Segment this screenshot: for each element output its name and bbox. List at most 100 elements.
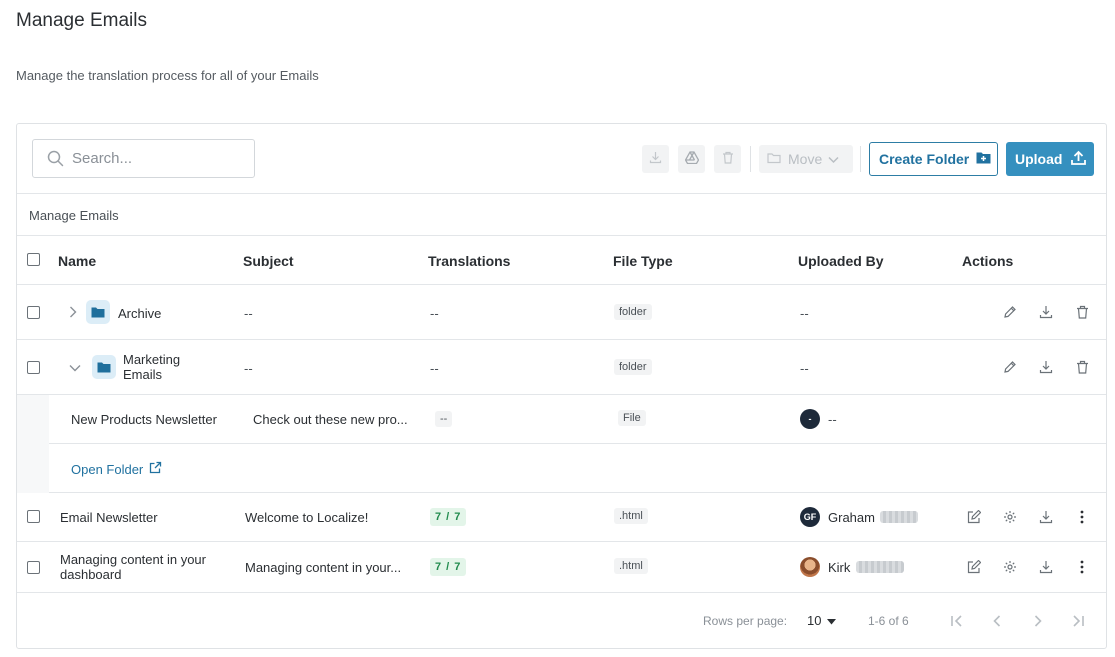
gear-icon[interactable] xyxy=(1002,509,1018,525)
redacted-name xyxy=(856,561,904,573)
chevron-down-icon[interactable] xyxy=(69,362,81,374)
row-name[interactable]: Marketing Emails xyxy=(123,352,213,382)
open-folder-label: Open Folder xyxy=(71,461,144,477)
drive-icon xyxy=(684,151,699,167)
file-type-badge: .html xyxy=(614,508,648,524)
row-checkbox[interactable] xyxy=(27,361,40,374)
search-icon xyxy=(47,150,64,167)
row-name[interactable]: Managing content in your dashboard xyxy=(60,552,235,582)
table-header: Name Subject Translations File Type Uplo… xyxy=(17,236,1106,285)
chevron-down-icon xyxy=(828,151,839,167)
table-row[interactable]: Archive -- -- folder -- xyxy=(17,285,1106,340)
page-title: Manage Emails xyxy=(16,10,147,31)
download-button[interactable] xyxy=(642,145,669,173)
edit-icon[interactable] xyxy=(966,509,982,525)
download-icon[interactable] xyxy=(1038,559,1054,575)
column-subject[interactable]: Subject xyxy=(243,253,294,269)
create-folder-button[interactable]: Create Folder xyxy=(869,142,998,176)
rows-per-page-value: 10 xyxy=(807,613,822,628)
upload-label: Upload xyxy=(1015,151,1063,167)
search-input[interactable] xyxy=(72,150,242,167)
row-uploaded-by: Graham xyxy=(828,510,875,525)
column-name[interactable]: Name xyxy=(58,253,96,269)
translations-badge: -- xyxy=(435,411,453,427)
delete-button[interactable] xyxy=(714,145,741,173)
toolbar-divider xyxy=(750,146,751,172)
page-range: 1-6 of 6 xyxy=(868,614,909,628)
pencil-icon[interactable] xyxy=(1002,359,1018,375)
search-box xyxy=(32,139,255,178)
page-subtitle: Manage the translation process for all o… xyxy=(16,68,319,83)
upload-button[interactable]: Upload xyxy=(1006,142,1094,176)
breadcrumb[interactable]: Manage Emails xyxy=(29,208,119,223)
open-folder-row: Open Folder xyxy=(49,444,1106,493)
avatar: - xyxy=(800,409,820,429)
emails-card: Move Create Folder Upload Manage Emails … xyxy=(16,123,1107,649)
folder-icon xyxy=(767,151,782,167)
translations-badge: 7 / 7 xyxy=(430,508,467,526)
external-link-icon xyxy=(149,461,162,477)
download-icon[interactable] xyxy=(1038,509,1054,525)
next-page-icon[interactable] xyxy=(1030,613,1046,629)
row-checkbox[interactable] xyxy=(27,306,40,319)
row-name[interactable]: New Products Newsletter xyxy=(71,412,217,427)
file-type-badge: folder xyxy=(614,359,652,375)
column-file-type[interactable]: File Type xyxy=(613,253,673,269)
row-subject: Welcome to Localize! xyxy=(245,510,369,525)
google-drive-button[interactable] xyxy=(678,145,705,173)
trash-icon[interactable] xyxy=(1074,359,1090,375)
row-uploaded-by: -- xyxy=(800,361,809,376)
move-button[interactable]: Move xyxy=(759,145,853,173)
row-uploaded-by: -- xyxy=(828,412,837,427)
prev-page-icon[interactable] xyxy=(989,613,1005,629)
select-all-checkbox[interactable] xyxy=(27,253,40,266)
pencil-icon[interactable] xyxy=(1002,304,1018,320)
redacted-name xyxy=(880,511,918,523)
last-page-icon[interactable] xyxy=(1070,613,1086,629)
row-uploaded-by: Kirk xyxy=(828,560,851,575)
pagination: Rows per page: 10 1-6 of 6 xyxy=(17,594,1106,649)
edit-icon[interactable] xyxy=(966,559,982,575)
row-subject: Managing content in your... xyxy=(245,560,402,575)
file-type-badge: .html xyxy=(614,558,648,574)
row-translations: -- xyxy=(430,361,439,376)
create-folder-label: Create Folder xyxy=(879,151,970,167)
column-actions: Actions xyxy=(962,253,1014,269)
row-subject: Check out these new pro... xyxy=(253,412,408,427)
more-vertical-icon[interactable] xyxy=(1074,559,1090,575)
rows-per-page-select[interactable]: 10 xyxy=(807,613,837,628)
avatar xyxy=(800,557,820,577)
row-translations: -- xyxy=(430,306,439,321)
row-uploaded-by: -- xyxy=(800,306,809,321)
row-name[interactable]: Email Newsletter xyxy=(60,510,158,525)
translations-badge: 7 / 7 xyxy=(430,558,467,576)
toolbar-divider xyxy=(860,146,861,172)
trash-icon xyxy=(722,151,734,167)
column-uploaded-by[interactable]: Uploaded By xyxy=(798,253,884,269)
toolbar: Move Create Folder Upload xyxy=(17,124,1106,194)
row-checkbox[interactable] xyxy=(27,561,40,574)
download-icon[interactable] xyxy=(1038,304,1054,320)
table-row[interactable]: Marketing Emails -- -- folder -- xyxy=(17,340,1106,395)
more-vertical-icon[interactable] xyxy=(1074,509,1090,525)
row-name[interactable]: Archive xyxy=(118,306,161,321)
open-folder-link[interactable]: Open Folder xyxy=(71,461,162,477)
table-row[interactable]: Managing content in your dashboard Manag… xyxy=(17,542,1106,593)
sub-table-row[interactable]: New Products Newsletter Check out these … xyxy=(49,395,1106,444)
avatar: GF xyxy=(800,507,820,527)
rows-per-page-label: Rows per page: xyxy=(703,614,788,628)
folder-icon xyxy=(86,300,110,324)
file-type-badge: folder xyxy=(614,304,652,320)
trash-icon[interactable] xyxy=(1074,304,1090,320)
row-checkbox[interactable] xyxy=(27,510,40,523)
upload-icon xyxy=(1071,150,1087,168)
row-subject: -- xyxy=(244,306,253,321)
file-type-badge: File xyxy=(618,410,646,426)
table-row[interactable]: Email Newsletter Welcome to Localize! 7 … xyxy=(17,493,1106,542)
first-page-icon[interactable] xyxy=(949,613,965,629)
folder-icon xyxy=(92,355,116,379)
gear-icon[interactable] xyxy=(1002,559,1018,575)
download-icon[interactable] xyxy=(1038,359,1054,375)
column-translations[interactable]: Translations xyxy=(428,253,510,269)
chevron-right-icon[interactable] xyxy=(67,306,79,318)
